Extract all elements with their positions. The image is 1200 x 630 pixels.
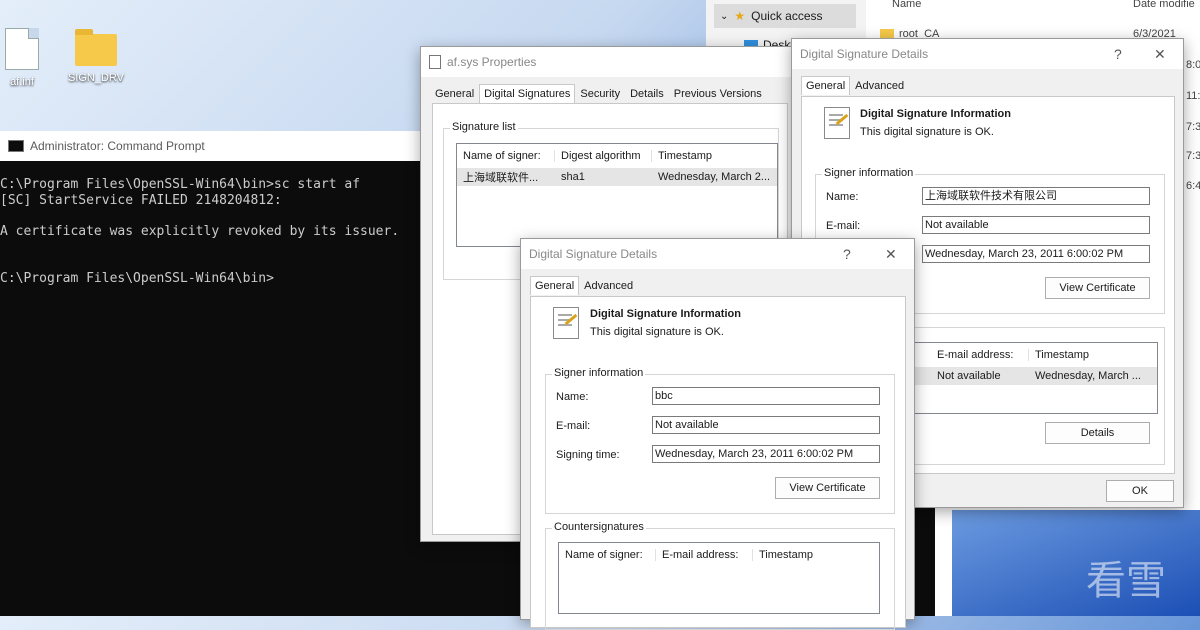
info-title: Digital Signature Information <box>590 308 741 320</box>
view-certificate-button[interactable]: View Certificate <box>775 477 880 499</box>
desktop-icon-af-inf[interactable]: af.inf <box>0 28 52 88</box>
cmd-title: Administrator: Command Prompt <box>30 139 205 153</box>
email-field[interactable]: Not available <box>652 416 880 434</box>
tab-previous-versions[interactable]: Previous Versions <box>669 84 767 103</box>
email-field[interactable]: Not available <box>922 216 1150 234</box>
column-header[interactable]: Digest algorithm <box>555 150 652 162</box>
signing-time-field[interactable]: Wednesday, March 23, 2011 6:00:02 PM <box>922 245 1150 263</box>
info-title: Digital Signature Information <box>860 108 1011 120</box>
tab-general[interactable]: General <box>801 76 851 95</box>
star-icon: ★ <box>734 9 746 23</box>
group-label: Signature list <box>450 121 518 133</box>
email-label: E-mail: <box>556 420 591 432</box>
quick-access-item[interactable]: ⌄ ★ Quick access <box>714 4 856 28</box>
countersignature-list[interactable]: Name of signer: E-mail address: Timestam… <box>558 542 880 614</box>
column-header[interactable]: Timestamp <box>652 150 775 162</box>
list-header: Name of signer: Digest algorithm Timesta… <box>457 144 777 168</box>
group-label: Countersignatures <box>552 521 646 533</box>
close-button[interactable]: ✕ <box>1154 39 1166 69</box>
properties-title-bar[interactable]: af.sys Properties <box>421 47 793 77</box>
signing-time-label: Signing time: <box>556 449 620 461</box>
countersignatures-group: Countersignatures Name of signer: E-mail… <box>545 521 895 630</box>
group-label: Signer information <box>822 167 916 179</box>
cmd-app-icon <box>8 140 24 152</box>
tab-digital-signatures[interactable]: Digital Signatures <box>479 84 576 103</box>
cell: Wednesday, March ... <box>1035 370 1141 382</box>
desktop-icon-sign-drv[interactable]: SIGN_DRV <box>66 29 126 84</box>
column-header[interactable]: E-mail address: <box>931 349 1029 361</box>
name-field[interactable]: 上海域联软件技术有限公司 <box>922 187 1150 205</box>
info-subtitle: This digital signature is OK. <box>860 126 994 138</box>
signature-row[interactable]: 上海域联软件... sha1 Wednesday, March 2... <box>457 168 777 186</box>
tab-advanced[interactable]: Advanced <box>850 76 909 95</box>
dialog-title: Digital Signature Details <box>800 47 929 61</box>
dialog-title: af.sys Properties <box>447 55 537 69</box>
chevron-down-icon: ⌄ <box>720 10 729 22</box>
details-title-bar[interactable]: Digital Signature Details <box>792 39 1183 69</box>
cell: Not available <box>937 370 1001 382</box>
cell: sha1 <box>561 171 585 183</box>
properties-tabs: General Digital Signatures Security Deta… <box>430 84 767 103</box>
tab-advanced[interactable]: Advanced <box>579 276 638 295</box>
tab-security[interactable]: Security <box>575 84 625 103</box>
details-panel: Digital Signature Information This digit… <box>530 296 906 630</box>
details-button[interactable]: Details <box>1045 422 1150 444</box>
signature-details-dialog-front[interactable]: Digital Signature Details ? ✕ General Ad… <box>520 238 915 630</box>
view-certificate-button[interactable]: View Certificate <box>1045 277 1150 299</box>
column-header[interactable]: Name of signer: <box>559 549 656 561</box>
help-button[interactable]: ? <box>843 239 851 269</box>
document-icon <box>429 55 441 69</box>
signer-info-group: Signer information Name: bbc E-mail: Not… <box>545 367 895 514</box>
desktop-icon-label: af.inf <box>10 76 34 88</box>
cell: Wednesday, March 2... <box>658 171 771 183</box>
signature-list[interactable]: Name of signer: Digest algorithm Timesta… <box>456 143 778 247</box>
details-tabs: General Advanced <box>801 76 909 95</box>
details-tabs: General Advanced <box>530 276 638 295</box>
cell: 上海域联软件... <box>463 172 539 184</box>
help-button[interactable]: ? <box>1114 39 1122 69</box>
name-field[interactable]: bbc <box>652 387 880 405</box>
time-fragment: 8:0 <box>1186 59 1200 71</box>
name-label: Name: <box>556 391 589 403</box>
time-fragment: 7:3 <box>1186 150 1200 162</box>
column-header[interactable]: Name of signer: <box>457 150 555 162</box>
tab-general[interactable]: General <box>530 276 580 295</box>
details-title-bar[interactable]: Digital Signature Details <box>521 239 914 269</box>
time-fragment: 7:3 <box>1186 121 1200 133</box>
certificate-icon <box>824 107 850 139</box>
dialog-title: Digital Signature Details <box>529 247 658 261</box>
quick-access-label: Quick access <box>751 9 823 23</box>
column-header[interactable]: Timestamp <box>753 549 877 561</box>
inf-file-icon <box>5 28 39 70</box>
tab-general[interactable]: General <box>430 84 479 103</box>
folder-icon <box>75 29 117 66</box>
column-header-date[interactable]: Date modifie <box>1133 0 1195 10</box>
watermark: 看雪 <box>1086 558 1166 604</box>
name-label: Name: <box>826 191 859 203</box>
desktop-icon-label: SIGN_DRV <box>67 72 125 84</box>
column-header[interactable]: Timestamp <box>1029 349 1155 361</box>
group-label: Signer information <box>552 367 646 379</box>
ok-button[interactable]: OK <box>1106 480 1174 502</box>
email-label: E-mail: <box>826 220 861 232</box>
column-header-name[interactable]: Name <box>892 0 921 10</box>
close-button[interactable]: ✕ <box>885 239 897 269</box>
time-fragment: 11: <box>1186 90 1200 102</box>
signing-time-field[interactable]: Wednesday, March 23, 2011 6:00:02 PM <box>652 445 880 463</box>
time-fragment: 6:4 <box>1186 180 1200 192</box>
column-header[interactable]: E-mail address: <box>656 549 753 561</box>
certificate-icon <box>553 307 579 339</box>
list-header: Name of signer: E-mail address: Timestam… <box>559 543 879 567</box>
tab-details[interactable]: Details <box>625 84 669 103</box>
info-subtitle: This digital signature is OK. <box>590 326 724 338</box>
